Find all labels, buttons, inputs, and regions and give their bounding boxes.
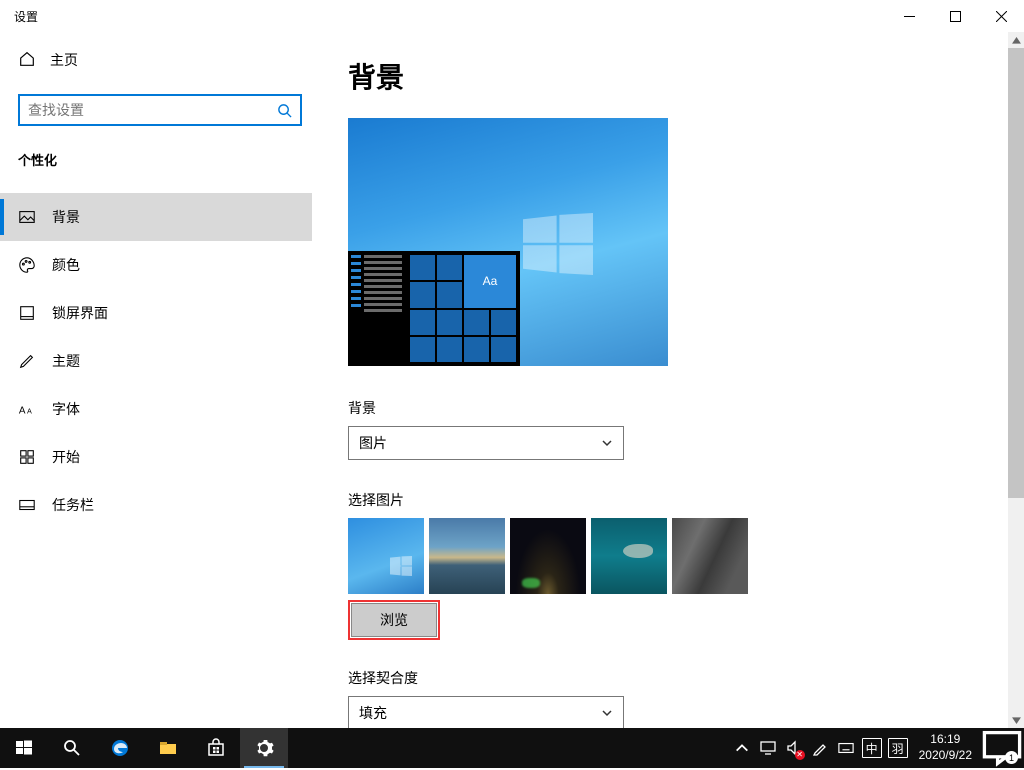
scroll-up-icon[interactable] [1008, 32, 1024, 48]
search-field[interactable] [28, 102, 277, 118]
ime-indicator-2[interactable]: 羽 [885, 728, 911, 768]
search-input[interactable] [18, 94, 302, 126]
palette-icon [18, 256, 36, 274]
ime-indicator-1[interactable]: 中 [859, 728, 885, 768]
fit-label: 选择契合度 [348, 668, 1024, 688]
nav-fonts[interactable]: AA 字体 [0, 385, 312, 433]
nav-taskbar[interactable]: 任务栏 [0, 481, 312, 529]
section-label: 个性化 [0, 140, 312, 179]
background-type-dropdown[interactable]: 图片 [348, 426, 624, 460]
home-icon [18, 50, 36, 71]
browse-highlight: 浏览 [348, 600, 440, 640]
page-heading: 背景 [348, 56, 1024, 96]
nav-label: 开始 [52, 447, 80, 467]
picture-thumbnails [348, 518, 1024, 594]
nav-label: 任务栏 [52, 495, 94, 515]
taskbar: ✕ 中 羽 16:19 2020/9/22 1 [0, 728, 1024, 768]
vertical-scrollbar[interactable] [1008, 32, 1024, 728]
notification-badge: 1 [1005, 751, 1018, 764]
nav-colors[interactable]: 颜色 [0, 241, 312, 289]
scroll-thumb[interactable] [1008, 48, 1024, 498]
tray-pen-icon[interactable] [807, 728, 833, 768]
nav-label: 锁屏界面 [52, 303, 108, 323]
search-icon [277, 103, 292, 118]
window-title: 设置 [14, 8, 38, 25]
close-button[interactable] [978, 0, 1024, 32]
windows-logo-icon [523, 213, 593, 275]
minimize-button[interactable] [886, 0, 932, 32]
titlebar: 设置 [0, 0, 1024, 32]
start-menu-preview: Aa [348, 251, 520, 366]
accent-tile: Aa [464, 255, 516, 308]
tray-overflow-icon[interactable] [729, 728, 755, 768]
nav-label: 颜色 [52, 255, 80, 275]
fit-dropdown[interactable]: 填充 [348, 696, 624, 728]
desktop-preview: Aa [348, 118, 668, 366]
search-button[interactable] [48, 728, 96, 768]
explorer-button[interactable] [144, 728, 192, 768]
thumbnail-3[interactable] [510, 518, 586, 594]
nav-start[interactable]: 开始 [0, 433, 312, 481]
clock-time: 16:19 [919, 732, 972, 748]
action-center-button[interactable]: 1 [980, 726, 1024, 770]
chevron-down-icon [601, 707, 613, 719]
sidebar: 主页 个性化 背景 颜色 锁屏界面 主题 [0, 32, 312, 728]
thumbnail-2[interactable] [429, 518, 505, 594]
browse-button[interactable]: 浏览 [351, 603, 437, 637]
picture-icon [18, 208, 36, 226]
thumbnail-5[interactable] [672, 518, 748, 594]
tray-monitor-icon[interactable] [755, 728, 781, 768]
start-button[interactable] [0, 728, 48, 768]
nav-lockscreen[interactable]: 锁屏界面 [0, 289, 312, 337]
start-icon [18, 448, 36, 466]
maximize-button[interactable] [932, 0, 978, 32]
home-label: 主页 [50, 50, 78, 70]
chevron-down-icon [601, 437, 613, 449]
nav-background[interactable]: 背景 [0, 193, 312, 241]
thumbnail-1[interactable] [348, 518, 424, 594]
dropdown-value: 图片 [359, 433, 387, 453]
tray-volume-icon[interactable]: ✕ [781, 728, 807, 768]
choose-picture-label: 选择图片 [348, 490, 1024, 510]
tray-keyboard-icon[interactable] [833, 728, 859, 768]
taskbar-icon [18, 496, 36, 514]
theme-icon [18, 352, 36, 370]
taskbar-clock[interactable]: 16:19 2020/9/22 [911, 732, 980, 763]
store-button[interactable] [192, 728, 240, 768]
edge-button[interactable] [96, 728, 144, 768]
svg-text:A: A [27, 407, 32, 416]
clock-date: 2020/9/22 [919, 748, 972, 764]
nav-themes[interactable]: 主题 [0, 337, 312, 385]
nav-label: 主题 [52, 351, 80, 371]
thumbnail-4[interactable] [591, 518, 667, 594]
font-icon: AA [18, 400, 36, 418]
dropdown-value: 填充 [359, 703, 387, 723]
main-panel: 背景 Aa 背景 图片 选择图片 [312, 32, 1024, 728]
svg-text:A: A [19, 406, 26, 417]
nav-label: 字体 [52, 399, 80, 419]
window-controls [886, 0, 1024, 32]
background-label: 背景 [348, 398, 1024, 418]
lockscreen-icon [18, 304, 36, 322]
nav-label: 背景 [52, 207, 80, 227]
nav-list: 背景 颜色 锁屏界面 主题 AA 字体 开始 [0, 193, 312, 529]
home-link[interactable]: 主页 [0, 40, 312, 80]
settings-button[interactable] [240, 728, 288, 768]
